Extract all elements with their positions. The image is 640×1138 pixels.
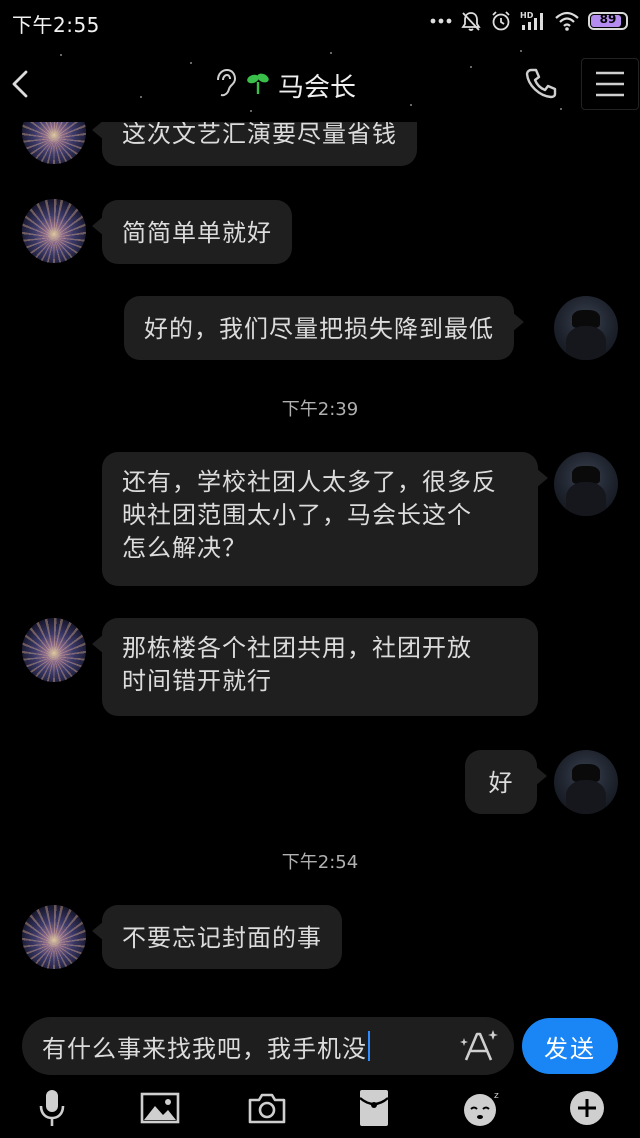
text-style-button[interactable] (460, 1028, 500, 1064)
message-line: 怎么解决？ (122, 534, 247, 562)
contact-avatar[interactable] (22, 199, 86, 263)
more-dots-icon (430, 18, 452, 24)
time-separator: 下午2:39 (281, 399, 359, 420)
message-line: 还有，学校社团人太多了，很多反 (122, 468, 497, 496)
emoji-icon: z (464, 1091, 499, 1126)
camera-icon (248, 1093, 286, 1124)
menu-button[interactable] (581, 58, 639, 110)
status-bar: 下午2:55 HD 89 (0, 0, 640, 44)
message-line: 那栋楼各个社团共用，社团开放 (122, 634, 472, 662)
alarm-icon (490, 10, 512, 32)
chat-screen: 下午2:55 HD 89 马会长 这次文艺汇演要尽量省钱 简简单单就好 好的，我… (0, 0, 640, 1138)
message-text: 这次文艺汇演要尽量省钱 (122, 122, 397, 148)
mute-bell-icon (460, 10, 482, 32)
message-text: 简简单单就好 (122, 219, 272, 247)
font-sparkle-icon (460, 1030, 498, 1061)
text-caret (368, 1031, 370, 1061)
sprout-icon (246, 70, 270, 100)
my-avatar[interactable] (554, 296, 618, 360)
signal-icon: HD (520, 10, 546, 32)
my-avatar[interactable] (554, 750, 618, 814)
message-bubble-received[interactable]: 那栋楼各个社团共用，社团开放 时间错开就行 (92, 618, 538, 716)
message-bubble-sent[interactable]: 好 (465, 750, 547, 814)
plus-icon (570, 1091, 604, 1125)
contact-avatar[interactable] (22, 122, 86, 164)
contact-avatar[interactable] (22, 905, 86, 969)
message-bubble-sent[interactable]: 还有，学校社团人太多了，很多反 映社团范围太小了，马会长这个 怎么解决？ (102, 452, 548, 586)
message-text: 好的，我们尽量把损失降到最低 (144, 315, 494, 343)
network-label: HD (520, 11, 534, 20)
svg-text:z: z (494, 1091, 499, 1101)
battery-text: 89 (599, 12, 617, 26)
image-icon (140, 1092, 180, 1124)
red-packet-icon (359, 1090, 389, 1126)
more-button[interactable] (565, 1086, 609, 1130)
my-avatar[interactable] (554, 452, 618, 516)
status-icons: HD 89 (430, 8, 628, 34)
emoji-button[interactable]: z (460, 1086, 504, 1130)
message-bubble-sent[interactable]: 好的，我们尽量把损失降到最低 (124, 296, 524, 360)
message-line: 映社团范围太小了，马会长这个 (122, 501, 472, 529)
chat-header: 马会长 (0, 44, 640, 122)
input-bar: 有什么事来找我吧，我手机没 发送 (0, 1008, 640, 1086)
message-input[interactable]: 有什么事来找我吧，我手机没 (22, 1017, 514, 1075)
hamburger-menu-icon (596, 71, 624, 97)
image-button[interactable] (138, 1086, 182, 1130)
bottom-toolbar: z (0, 1086, 640, 1138)
time-separator: 下午2:54 (281, 852, 359, 873)
back-button[interactable] (6, 64, 36, 104)
chevron-left-icon (12, 70, 28, 98)
message-list[interactable]: 这次文艺汇演要尽量省钱 简简单单就好 好的，我们尽量把损失降到最低 下午2:39… (0, 122, 640, 1002)
message-bubble-received[interactable]: 这次文艺汇演要尽量省钱 (92, 122, 417, 166)
message-bubble-received[interactable]: 简简单单就好 (92, 200, 292, 264)
red-packet-button[interactable] (352, 1086, 396, 1130)
voice-button[interactable] (30, 1086, 74, 1130)
call-button[interactable] (524, 66, 558, 100)
status-time: 下午2:55 (12, 13, 100, 37)
message-text: 好 (488, 769, 514, 797)
phone-icon (525, 68, 557, 99)
chat-title: 马会长 (212, 68, 357, 103)
message-text: 不要忘记封面的事 (122, 924, 322, 952)
send-button[interactable]: 发送 (522, 1018, 618, 1074)
battery-indicator: 89 (588, 12, 628, 30)
camera-button[interactable] (245, 1086, 289, 1130)
contact-name: 马会长 (278, 72, 357, 103)
wifi-icon (554, 10, 580, 32)
ear-icon (212, 68, 238, 102)
contact-avatar[interactable] (22, 618, 86, 682)
message-line: 时间错开就行 (122, 667, 272, 695)
message-input-text: 有什么事来找我吧，我手机没 (42, 1034, 367, 1063)
microphone-icon (39, 1090, 65, 1126)
message-bubble-received[interactable]: 不要忘记封面的事 (92, 905, 342, 969)
